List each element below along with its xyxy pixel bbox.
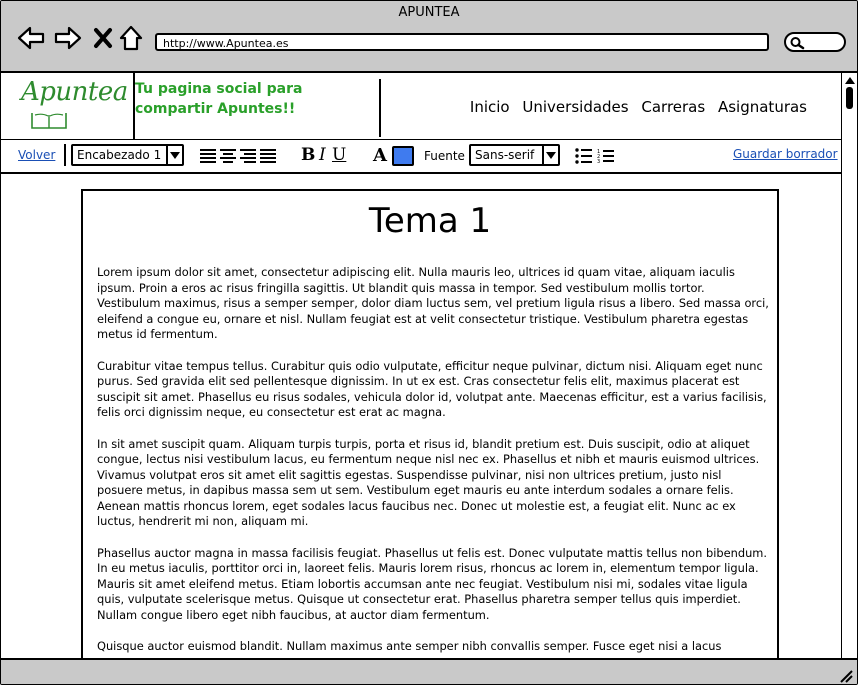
font-color-button[interactable]: A [373, 145, 387, 166]
italic-button[interactable]: I [319, 145, 326, 165]
document-body[interactable]: Lorem ipsum dolor sit amet, consectetur … [97, 265, 769, 658]
font-select-value: Sans-serif [475, 148, 535, 162]
paragraph: In sit amet suscipit quam. Aliquam turpi… [97, 436, 760, 529]
browser-window: APUNTEA http://www.Apuntea.es Apuntea Tu… [0, 0, 858, 685]
heading-select[interactable]: Encabezado 1 [71, 144, 184, 166]
document-editor[interactable]: Tema 1 Lorem ipsum dolor sit amet, conse… [81, 189, 779, 658]
toolbar-separator [64, 144, 66, 166]
address-bar[interactable]: http://www.Apuntea.es [155, 33, 769, 51]
chevron-down-icon [166, 146, 182, 164]
main-nav: Inicio Universidades Carreras Asignatura… [462, 98, 807, 116]
site-tagline: Tu pagina social para compartir Apuntes!… [135, 79, 381, 137]
home-icon[interactable] [117, 23, 147, 53]
nav-item-universidades[interactable]: Universidades [522, 98, 628, 116]
bold-button[interactable]: B [301, 145, 315, 165]
logo-text: Apuntea [21, 77, 128, 107]
numbered-list-icon[interactable]: 1 2 3 [597, 148, 615, 164]
scrollbar-thumb[interactable] [846, 87, 853, 109]
book-icon [31, 113, 67, 129]
document-title[interactable]: Tema 1 [83, 201, 777, 241]
align-left-icon [200, 149, 216, 163]
font-color-swatch[interactable] [392, 146, 414, 166]
status-bar [1, 658, 857, 684]
resize-grip-icon[interactable] [839, 669, 853, 683]
search-icon [790, 37, 805, 50]
chevron-down-icon [542, 146, 558, 164]
document-area: Tema 1 Lorem ipsum dolor sit amet, conse… [1, 174, 841, 658]
nav-item-inicio[interactable]: Inicio [470, 98, 510, 116]
site-header: Apuntea Tu pagina social para compartir … [1, 73, 841, 140]
heading-select-value: Encabezado 1 [77, 148, 162, 162]
paragraph: Phasellus auctor magna in massa facilisi… [97, 545, 768, 622]
vertical-scrollbar[interactable] [841, 73, 857, 658]
arrow-left-icon[interactable] [16, 23, 46, 53]
arrow-right-icon[interactable] [53, 23, 83, 53]
font-label: Fuente [424, 149, 465, 163]
align-center-icon [220, 149, 236, 163]
paragraph: Curabitur vitae tempus tellus. Curabitur… [97, 358, 767, 420]
nav-item-carreras[interactable]: Carreras [641, 98, 705, 116]
window-title: APUNTEA [398, 5, 460, 20]
align-right-icon [240, 149, 256, 163]
paragraph: Quisque auctor euismod blandit. Nullam m… [97, 639, 722, 653]
bullet-list-icon[interactable] [575, 148, 593, 164]
underline-button[interactable]: U [332, 145, 346, 165]
browser-chrome: APUNTEA http://www.Apuntea.es [1, 1, 857, 73]
save-draft-link[interactable]: Guardar borrador [733, 147, 838, 161]
logo[interactable]: Apuntea [1, 73, 135, 139]
svg-text:3: 3 [597, 159, 600, 164]
font-select[interactable]: Sans-serif [469, 144, 560, 166]
nav-item-asignaturas[interactable]: Asignaturas [718, 98, 807, 116]
alignment-group [200, 149, 276, 163]
align-justify-icon [260, 149, 276, 163]
back-link[interactable]: Volver [18, 148, 55, 162]
scroll-up-icon[interactable] [845, 77, 855, 84]
search-box[interactable] [784, 32, 846, 52]
close-icon[interactable] [90, 23, 120, 53]
paragraph: Lorem ipsum dolor sit amet, consectetur … [97, 265, 769, 341]
editor-toolbar: Volver Encabezado 1 B I U A Fuente Sans-… [1, 140, 841, 174]
